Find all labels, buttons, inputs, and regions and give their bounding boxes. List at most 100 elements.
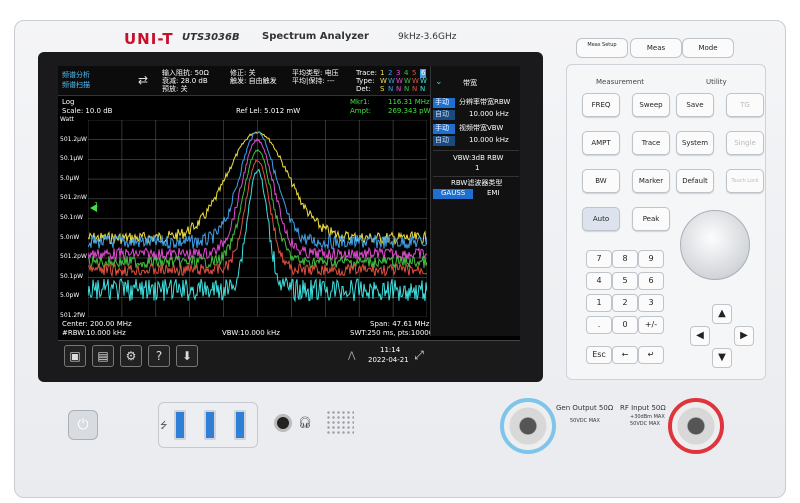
marker-key[interactable]: Marker xyxy=(632,169,670,193)
freq-key[interactable]: FREQ xyxy=(582,93,620,117)
speaker-grille xyxy=(326,410,354,436)
span-readout[interactable]: Span: 47.61 MHz xyxy=(370,321,429,328)
det-1: S xyxy=(380,85,385,93)
numpad-key[interactable]: 5 xyxy=(612,272,638,290)
scale-value: Scale: 10.0 dB xyxy=(62,107,113,115)
type-3: W xyxy=(396,77,403,85)
screenshot-icon[interactable]: ▣ xyxy=(64,345,86,367)
vbw-auto[interactable]: 自动 xyxy=(433,136,455,146)
numpad-key[interactable]: 3 xyxy=(638,294,664,312)
meas-key[interactable]: Meas xyxy=(630,38,682,58)
filter-type-softkey[interactable]: RBW滤波器类型 GAUSS EMI xyxy=(433,176,519,200)
arrow-down-key[interactable]: ▼ xyxy=(712,348,732,368)
arrow-up-key[interactable]: ▲ xyxy=(712,304,732,324)
det-5: N xyxy=(412,85,418,93)
numpad-key[interactable]: 7 xyxy=(586,250,612,268)
numpad-key[interactable]: 0 xyxy=(612,316,638,334)
ref-level[interactable]: Ref Lel: 5.012 mW xyxy=(236,108,300,115)
trace-2[interactable]: 2 xyxy=(388,70,392,77)
marker-label: Mkr1: xyxy=(350,98,370,106)
mode-key[interactable]: Mode xyxy=(682,38,734,58)
gen-output-connector[interactable] xyxy=(500,398,556,454)
trace-5[interactable]: 5 xyxy=(412,70,416,77)
vbw-softkey[interactable]: 手动 自动 视频带宽VBW 10.000 kHz xyxy=(433,124,519,148)
arrow-right-key[interactable]: ▶ xyxy=(734,326,754,346)
arrow-left-key[interactable]: ◀ xyxy=(690,326,710,346)
spectrum-plot[interactable] xyxy=(88,120,427,317)
rbw-auto[interactable]: 自动 xyxy=(433,110,455,120)
rf-input-warning-voltage: 50VDC MAX xyxy=(630,421,660,427)
swap-icon[interactable]: ⇄ xyxy=(138,74,148,86)
peak-key[interactable]: Peak xyxy=(632,207,670,231)
help-icon[interactable]: ? xyxy=(148,345,170,367)
det-label: Det: xyxy=(356,85,371,93)
marker-freq: 116.31 MHz xyxy=(388,98,430,106)
vbw-manual[interactable]: 手动 xyxy=(433,124,455,134)
rbw-readout: #RBW:10.000 kHz xyxy=(62,329,126,337)
tg-key[interactable]: TG xyxy=(726,93,764,117)
rbw-manual[interactable]: 手动 xyxy=(433,98,455,108)
brand-logo: UNI-T xyxy=(124,30,174,48)
mode-line1[interactable]: 频谱分析 xyxy=(62,72,90,79)
filter-emi[interactable]: EMI xyxy=(487,190,500,197)
auto-key[interactable]: Auto xyxy=(582,207,620,231)
avg-type: 平均类型: 电压 xyxy=(292,69,339,77)
esc-key[interactable]: Esc xyxy=(586,346,612,364)
download-icon[interactable]: ⬇ xyxy=(176,345,198,367)
rbw-value: 10.000 kHz xyxy=(469,110,509,118)
numpad-key[interactable]: +/- xyxy=(638,316,664,334)
numpad-key[interactable]: . xyxy=(586,316,612,334)
enter-key[interactable]: ↵ xyxy=(638,346,664,364)
mode-line2[interactable]: 频谱扫描 xyxy=(62,82,90,89)
type-label: Type: xyxy=(356,77,375,85)
correction: 修正: 关 xyxy=(230,69,256,77)
rotary-knob[interactable] xyxy=(680,210,750,280)
system-key[interactable]: System xyxy=(676,131,714,155)
y-tick-label: 5.0nW xyxy=(60,233,80,241)
rf-input-label: RF Input 50Ω xyxy=(620,404,666,412)
numpad-key[interactable]: 1 xyxy=(586,294,612,312)
device-title: Spectrum Analyzer xyxy=(262,31,369,42)
numpad-key[interactable]: 9 xyxy=(638,250,664,268)
bottom-toolbar: ▣ ▤ ⚙ ? ⬇ ⋀ 11:14 2022-04-21 ⤢ xyxy=(58,340,520,372)
single-key[interactable]: Single xyxy=(726,131,764,155)
usb-port-2[interactable] xyxy=(204,410,216,440)
numpad-key[interactable]: 6 xyxy=(638,272,664,290)
backspace-key[interactable]: ← xyxy=(612,346,638,364)
trace-key[interactable]: Trace xyxy=(632,131,670,155)
chevron-down-icon[interactable]: ⌄ xyxy=(435,78,443,87)
meas-setup-key[interactable]: Meas Setup xyxy=(576,38,628,58)
sweep-key[interactable]: Sweep xyxy=(632,93,670,117)
rbw-softkey[interactable]: 手动 自动 分辨率带宽RBW 10.000 kHz xyxy=(433,98,519,122)
usb-port-1[interactable] xyxy=(174,410,186,440)
folder-icon[interactable]: ▤ xyxy=(92,345,114,367)
bw-key[interactable]: BW xyxy=(582,169,620,193)
vbw-rbw-ratio-softkey[interactable]: VBW:3dB RBW 1 xyxy=(433,150,519,172)
save-key[interactable]: Save xyxy=(676,93,714,117)
ratio-value: 1 xyxy=(475,164,480,172)
default-key[interactable]: Default xyxy=(676,169,714,193)
fullscreen-icon[interactable]: ⤢ xyxy=(408,345,430,367)
ampt-key[interactable]: AMPT xyxy=(582,131,620,155)
filter-gauss[interactable]: GAUSS xyxy=(433,189,473,199)
trace-1[interactable]: 1 xyxy=(380,70,384,77)
gen-output-label: Gen Output 50Ω xyxy=(556,404,614,412)
numpad-key[interactable]: 4 xyxy=(586,272,612,290)
touch-lock-key[interactable]: Touch Lock xyxy=(726,169,764,193)
marker-number: 1 xyxy=(94,201,99,209)
headphone-jack[interactable] xyxy=(274,414,292,432)
trace-4[interactable]: 4 xyxy=(404,70,408,77)
type-2: W xyxy=(388,77,395,85)
numpad-key[interactable]: 2 xyxy=(612,294,638,312)
rf-input-connector[interactable] xyxy=(668,398,724,454)
power-button[interactable]: ⏻ xyxy=(68,410,98,440)
headphone-icon: 🎧︎ xyxy=(298,416,312,429)
numpad-key[interactable]: 8 xyxy=(612,250,638,268)
clock-date: 2022-04-21 xyxy=(368,356,409,364)
settings-icon[interactable]: ⚙ xyxy=(120,345,142,367)
center-freq[interactable]: Center: 200.00 MHz xyxy=(62,321,132,328)
y-tick-label: 501.2pW xyxy=(60,253,87,261)
trace-3[interactable]: 3 xyxy=(396,70,400,77)
usb-port-3[interactable] xyxy=(234,410,246,440)
y-tick-label: 5.0pW xyxy=(60,292,80,300)
